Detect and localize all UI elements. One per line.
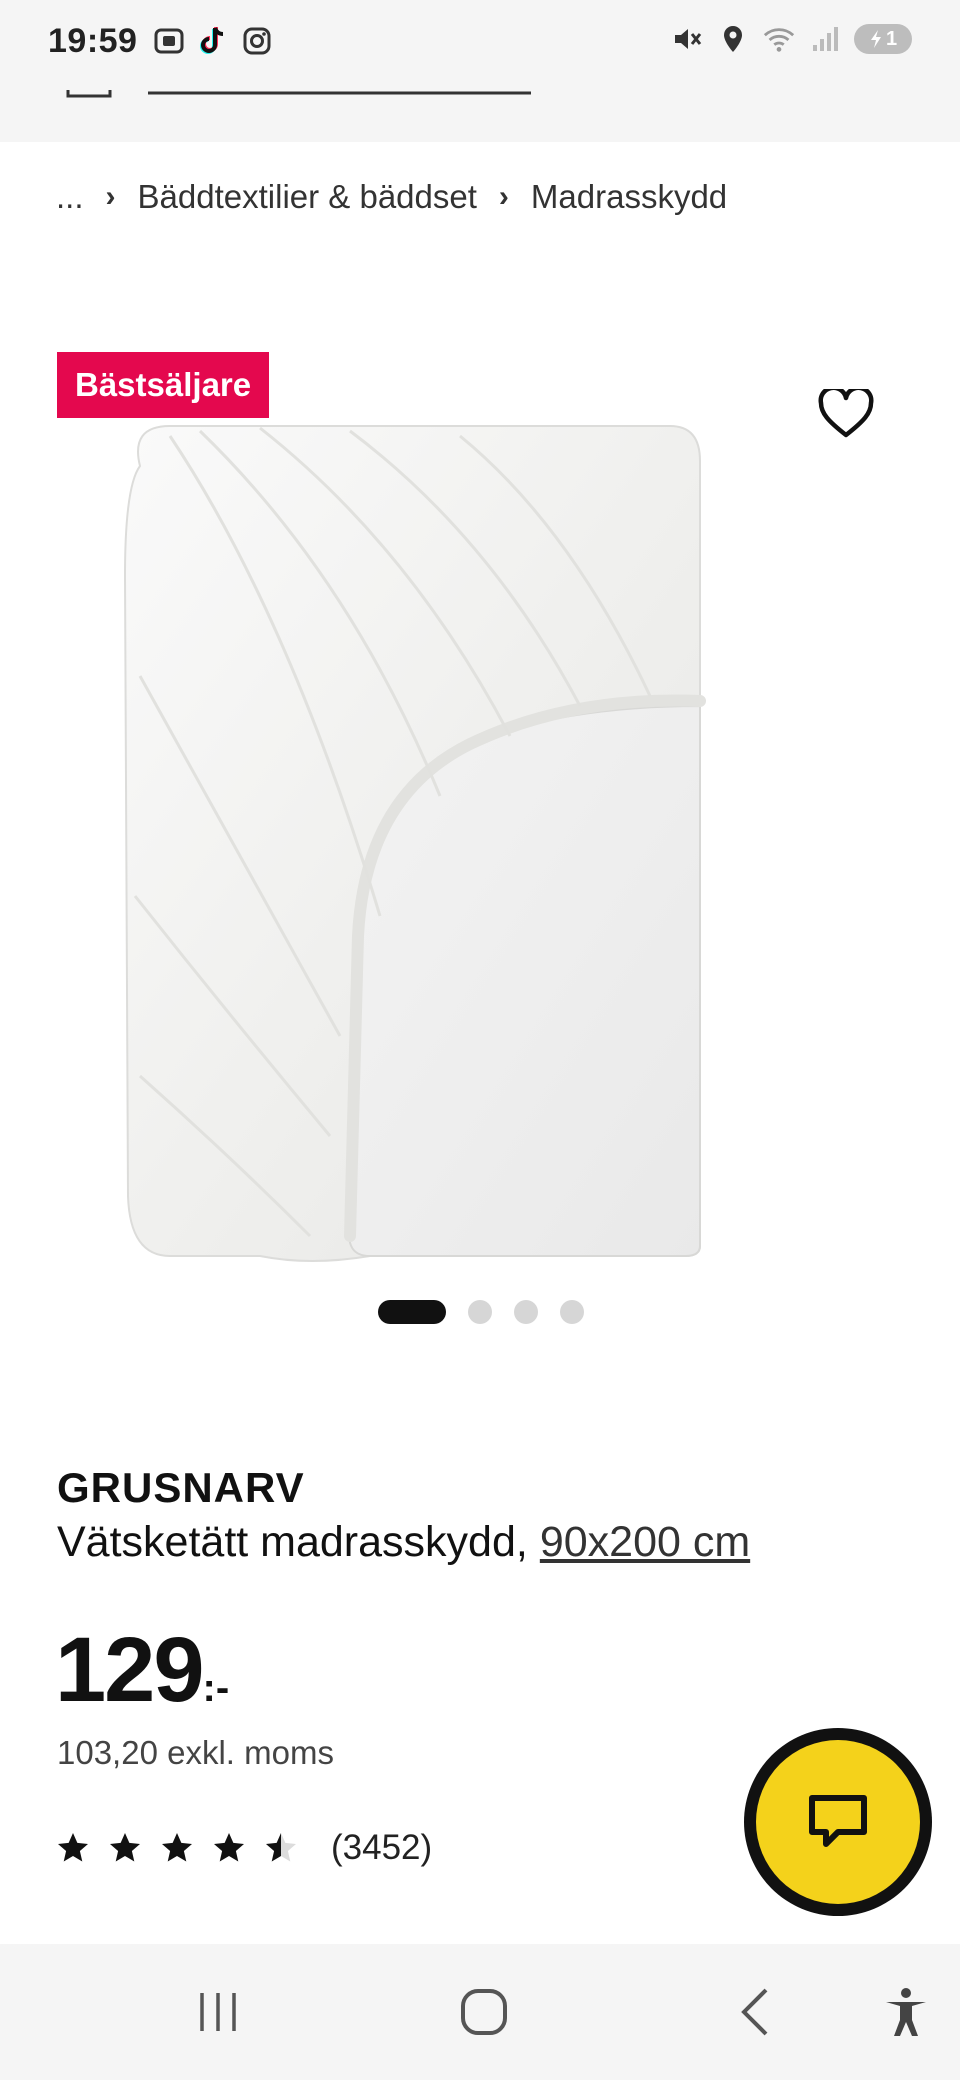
carousel-dots: [378, 1300, 584, 1324]
mute-icon: [670, 22, 704, 56]
price-suffix: :-: [202, 1666, 230, 1710]
price-excl-vat: 103,20 exkl. moms: [57, 1734, 334, 1771]
chat-button[interactable]: [744, 1728, 932, 1916]
carousel-dot-2[interactable]: [468, 1300, 492, 1324]
star-icon: [110, 1833, 140, 1862]
back-button[interactable]: [728, 1980, 784, 2044]
signal-icon: [808, 22, 842, 56]
favorite-button[interactable]: [806, 374, 886, 454]
product-size-link[interactable]: 90x200 cm: [540, 1518, 750, 1567]
status-left-icons: [152, 24, 274, 58]
back-icon: [741, 1988, 768, 2036]
recent-apps-button[interactable]: [190, 1980, 246, 2044]
chevron-right-icon: ›: [498, 180, 509, 213]
breadcrumb: ... › Bäddtextilier & bäddset › Madrassk…: [56, 178, 727, 216]
breadcrumb-ellipsis[interactable]: ...: [56, 178, 84, 216]
tiktok-icon: [196, 24, 230, 58]
star-icon: [214, 1833, 244, 1862]
battery-icon: 1: [854, 24, 912, 54]
chevron-right-icon: ›: [105, 180, 116, 213]
carousel-dot-4[interactable]: [560, 1300, 584, 1324]
breadcrumb-item-bedding[interactable]: Bäddtextilier & bäddset: [138, 178, 477, 216]
battery-level: 1: [885, 27, 898, 50]
location-icon: [716, 22, 750, 56]
carousel-dot-1[interactable]: [378, 1300, 446, 1324]
price: 129 :-: [55, 1618, 229, 1723]
wifi-icon: [762, 22, 796, 56]
carousel-dot-3[interactable]: [514, 1300, 538, 1324]
screenshot-icon: [152, 24, 186, 58]
home-icon: [461, 1989, 507, 2035]
product-description: Vätsketätt madrasskydd,: [57, 1518, 528, 1566]
header-remnant: [66, 90, 531, 98]
product-image-area[interactable]: Bästsäljare: [0, 340, 960, 1262]
half-star-icon: [266, 1833, 296, 1862]
heart-icon: [818, 389, 874, 438]
accessibility-button[interactable]: [878, 1980, 934, 2044]
breadcrumb-item-mattress-protectors[interactable]: Madrasskydd: [531, 178, 727, 216]
status-time: 19:59: [48, 22, 138, 60]
recent-apps-icon: [200, 1993, 236, 2031]
home-button[interactable]: [456, 1980, 512, 2044]
star-icon: [162, 1833, 192, 1862]
bestseller-badge: Bästsäljare: [57, 352, 270, 418]
status-bar: 19:59 1: [0, 0, 960, 90]
system-nav-bar: [0, 1944, 960, 2080]
product-description-row: Vätsketätt madrasskydd, 90x200 cm: [57, 1518, 750, 1567]
product-image: [123, 425, 706, 1262]
price-value: 129: [55, 1619, 204, 1721]
header-strip: [0, 90, 960, 142]
instagram-icon: [240, 24, 274, 58]
status-right-icons: 1: [670, 22, 912, 56]
chat-icon: [809, 1795, 867, 1847]
star-icon: [58, 1833, 88, 1862]
rating[interactable]: (3452): [55, 1828, 432, 1868]
product-name: GRUSNARV: [57, 1464, 305, 1511]
accessibility-icon: [886, 1988, 926, 2036]
review-count[interactable]: (3452): [331, 1828, 432, 1868]
chat-button-inner: [756, 1740, 920, 1904]
rating-stars: [55, 1830, 299, 1866]
